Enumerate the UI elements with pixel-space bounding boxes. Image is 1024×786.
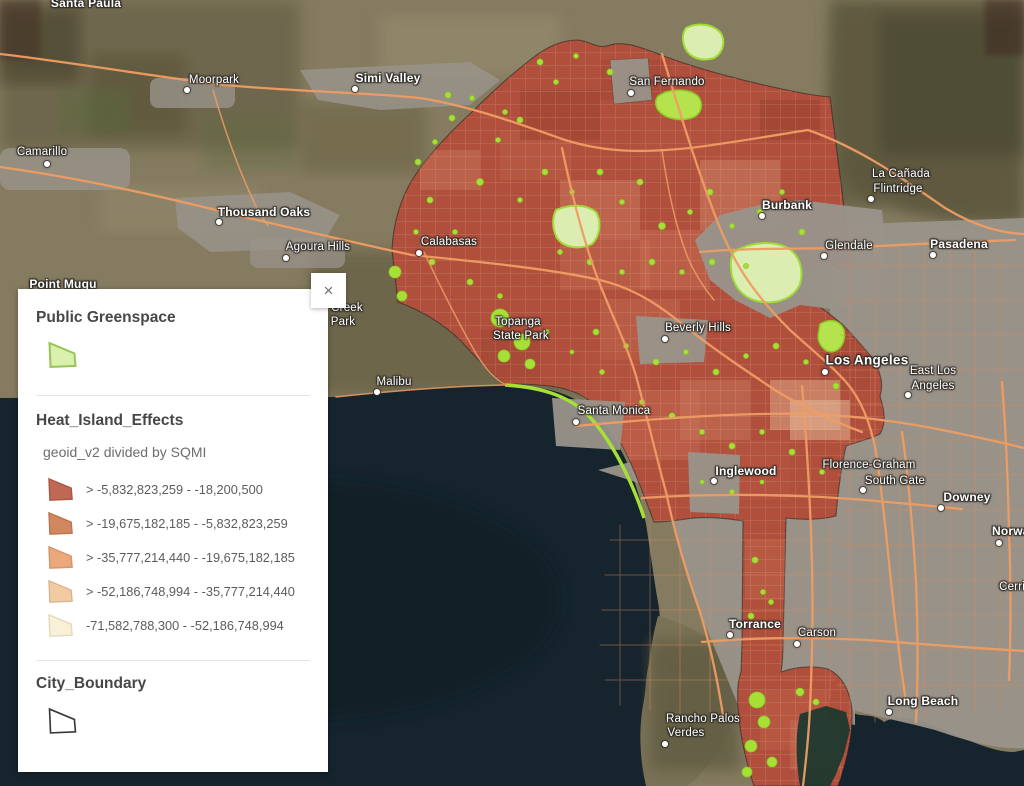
heat-class-label: > -35,777,214,440 - -19,675,182,185 (86, 550, 295, 565)
map-app: Santa PaulaCamarilloMoorparkSimi ValleyT… (0, 0, 1024, 786)
heat-layer-subtitle: geoid_v2 divided by SQMI (43, 444, 310, 460)
close-button[interactable]: × (311, 273, 346, 308)
heat-class-label: > -52,186,748,994 - -35,777,214,440 (86, 584, 295, 599)
heat-swatch-icon (48, 545, 74, 570)
legend-section-greenspace: Public Greenspace (18, 289, 328, 396)
close-icon: × (324, 281, 334, 301)
heat-class-row: > -35,777,214,440 - -19,675,182,185 (36, 540, 310, 574)
heat-class-row: -71,582,788,300 - -52,186,748,994 (36, 608, 310, 642)
greenspace-swatch-icon (48, 341, 78, 369)
heat-class-row: > -52,186,748,994 - -35,777,214,440 (36, 574, 310, 608)
heat-class-list: > -5,832,823,259 - -18,200,500 > -19,675… (36, 472, 310, 642)
greenspace-title: Public Greenspace (36, 309, 310, 327)
legend-section-heat: Heat_Island_Effects geoid_v2 divided by … (18, 396, 328, 661)
boundary-swatch-icon (48, 707, 78, 735)
heat-class-label: > -19,675,182,185 - -5,832,823,259 (86, 516, 288, 531)
legend-section-boundary: City_Boundary (18, 661, 328, 735)
heat-swatch-icon (48, 511, 74, 536)
heat-swatch-icon (48, 613, 74, 638)
heat-class-label: > -5,832,823,259 - -18,200,500 (86, 482, 263, 497)
legend-panel: Public Greenspace Heat_Island_Effects ge… (18, 289, 328, 772)
boundary-title: City_Boundary (36, 675, 310, 693)
heat-swatch-icon (48, 579, 74, 604)
heat-swatch-icon (48, 477, 74, 502)
heat-class-row: > -5,832,823,259 - -18,200,500 (36, 472, 310, 506)
heat-class-row: > -19,675,182,185 - -5,832,823,259 (36, 506, 310, 540)
heat-layer-title: Heat_Island_Effects (36, 412, 310, 430)
heat-class-label: -71,582,788,300 - -52,186,748,994 (86, 618, 284, 633)
